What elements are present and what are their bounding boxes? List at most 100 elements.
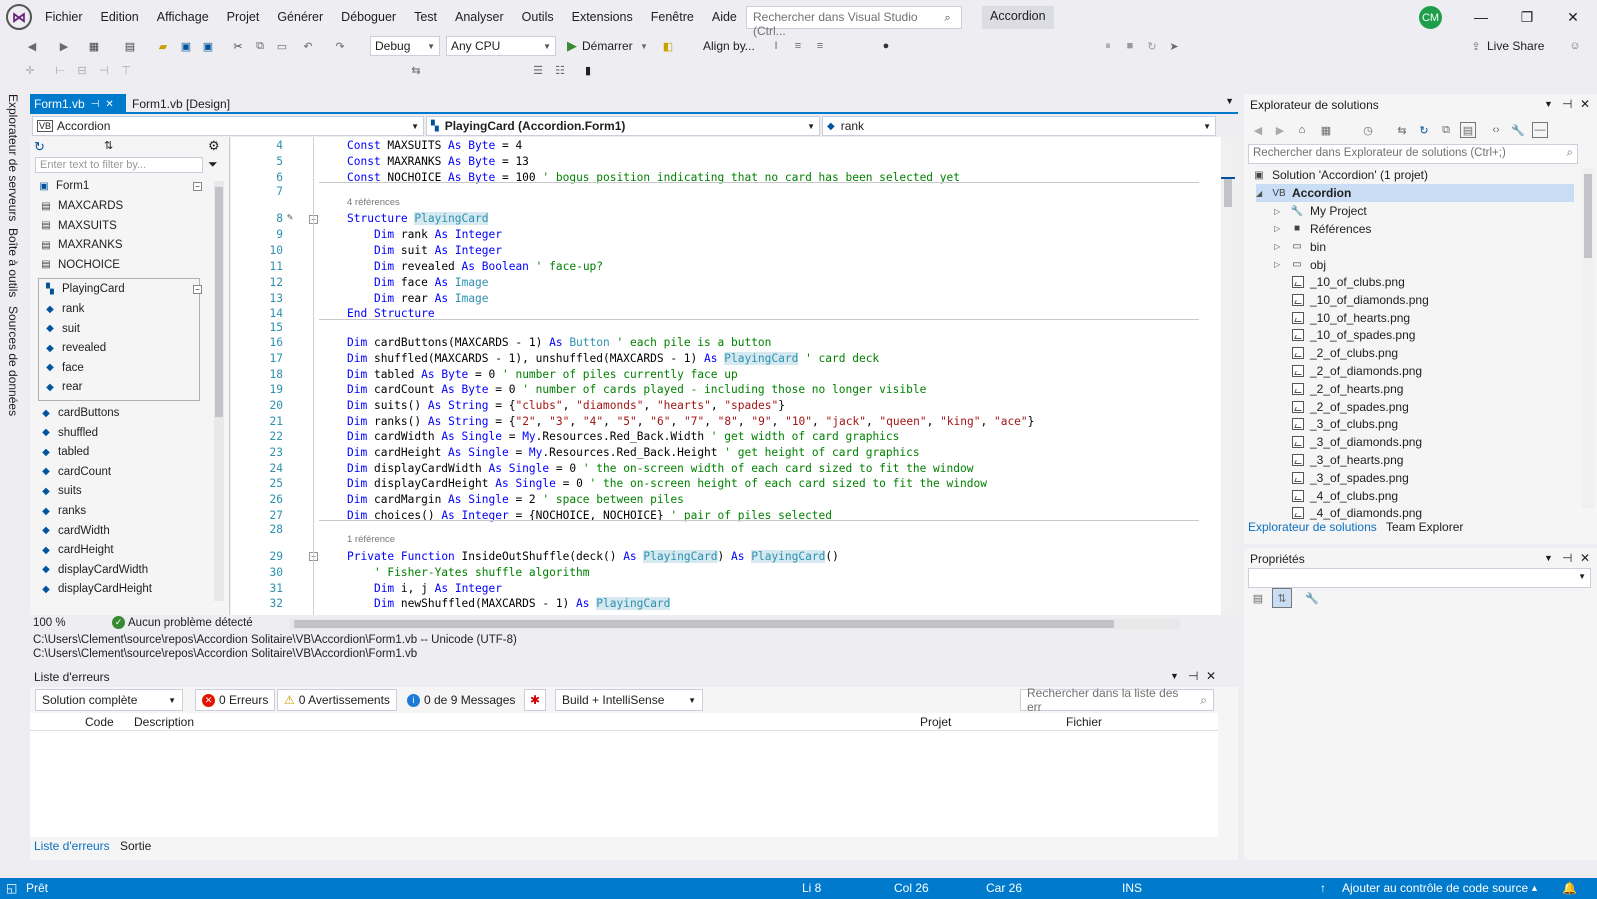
align-icon[interactable]: ≡ [790, 38, 806, 54]
live-share-button[interactable]: Live Share [1487, 39, 1544, 53]
redo-icon[interactable]: ↷ [332, 38, 348, 54]
preview-icon[interactable]: — [1532, 122, 1548, 138]
editor-vertical-scrollbar[interactable] [1221, 137, 1239, 615]
code-line[interactable]: Dim cardMargin As Single = 2 ' space bet… [347, 493, 684, 506]
feedback-icon[interactable]: ☺ [1567, 38, 1583, 54]
const-node[interactable]: ▤ MAXCARDS [40, 197, 123, 215]
expand-icon[interactable]: ▷ [1274, 207, 1284, 216]
settings-icon[interactable]: ⚙ [208, 138, 220, 154]
column-description[interactable]: Description [134, 715, 194, 729]
file-node[interactable]: _10_of_hearts.png [1292, 309, 1410, 327]
code-line[interactable]: Const MAXSUITS As Byte = 4 [347, 139, 522, 152]
tab-overflow-icon[interactable]: ▼ [1225, 96, 1234, 106]
tab-solution-explorer[interactable]: Explorateur de solutions [1248, 520, 1377, 534]
code-line[interactable]: Dim cardWidth As Single = My.Resources.R… [347, 430, 899, 443]
expand-icon[interactable]: ▷ [1274, 260, 1284, 269]
browser-link-icon[interactable]: ◧ [660, 38, 676, 54]
save-icon[interactable]: ▣ [178, 38, 194, 54]
code-line[interactable]: Dim revealed As Boolean ' face-up? [347, 260, 603, 273]
issues-status[interactable]: Aucun problème détecté [128, 617, 253, 629]
build-filter-icon[interactable]: ✱ [524, 689, 546, 711]
folder-node[interactable]: ▷ ■ Références [1274, 220, 1371, 238]
sort-icon[interactable]: ⇅ [104, 139, 113, 152]
member-combo[interactable]: ◆ rank ▼ [822, 116, 1216, 136]
text-cursor-icon[interactable]: I [768, 38, 784, 54]
menu-fenetre[interactable]: Fenêtre [642, 0, 703, 34]
code-line[interactable]: Dim suit As Integer [347, 244, 502, 257]
close-icon[interactable]: ✕ [1580, 97, 1590, 111]
code-line[interactable]: Dim cardHeight As Single = My.Resources.… [347, 446, 920, 459]
error-search-input[interactable]: Rechercher dans la liste des err ⌕ [1020, 686, 1214, 714]
align-grid-icon[interactable]: ✛ [22, 62, 38, 78]
code-line[interactable]: Dim tabled As Byte = 0 ' number of piles… [347, 368, 738, 381]
tab-form1-design[interactable]: Form1.vb [Design] [128, 94, 268, 114]
open-icon[interactable]: ▰ [155, 38, 171, 54]
align-by-button[interactable]: Align by... [703, 39, 755, 53]
code-editor[interactable]: 4 5 6 7 8 9 10 11 12 13 14 15 16 17 18 19 20 21 22 23 24 25 26… [231, 137, 1239, 615]
errors-filter-button[interactable]: ✕ 0 Erreurs [195, 689, 276, 711]
scope-combo[interactable]: Solution complète ▼ [35, 689, 183, 711]
restore-button[interactable]: ❐ [1504, 0, 1550, 34]
home-icon[interactable]: ⌂ [1294, 122, 1310, 138]
tab-team-explorer[interactable]: Team Explorer [1386, 520, 1463, 534]
struct-member-node[interactable]: ◆ rear [44, 378, 82, 396]
struct-member-node[interactable]: ◆ rank [44, 300, 84, 318]
code-line[interactable]: Dim rear As Image [347, 292, 489, 305]
collapse-icon[interactable]: − [193, 182, 202, 191]
file-node[interactable]: _2_of_clubs.png [1292, 344, 1398, 362]
menu-affichage[interactable]: Affichage [148, 0, 218, 34]
pointer-icon[interactable]: ➤ [1166, 38, 1182, 54]
view-code-icon[interactable]: ‹› [1488, 122, 1504, 138]
pending-changes-icon[interactable]: ◷ [1360, 122, 1376, 138]
tab-order-icon[interactable]: ⇆ [408, 62, 424, 78]
se-scrollbar[interactable] [1582, 168, 1594, 508]
chevron-up-icon[interactable]: ▲ [1530, 883, 1539, 893]
solution-node[interactable]: ▣ Solution 'Accordion' (1 projet) [1252, 166, 1428, 184]
align-top-icon[interactable]: ⊤ [118, 62, 134, 78]
refresh-icon[interactable]: ↻ [1416, 122, 1432, 138]
warnings-filter-button[interactable]: ⚠ 0 Avertissements [277, 689, 397, 711]
field-node[interactable]: ◆ cardHeight [40, 541, 113, 559]
file-node[interactable]: _10_of_diamonds.png [1292, 291, 1429, 309]
align-center-icon[interactable]: ⊟ [74, 62, 90, 78]
start-button[interactable]: Démarrer [582, 39, 633, 53]
file-node[interactable]: _3_of_clubs.png [1292, 415, 1398, 433]
comment-icon[interactable]: ☷ [552, 62, 568, 78]
menu-extensions[interactable]: Extensions [563, 0, 642, 34]
column-file[interactable]: Fichier [1066, 715, 1102, 729]
chevron-down-icon[interactable]: ▼ [636, 38, 652, 54]
folder-node[interactable]: ▷ ▭ bin [1274, 238, 1326, 256]
vs-search-input[interactable]: Rechercher dans Visual Studio (Ctrl... ⌕ [746, 6, 962, 38]
folder-node[interactable]: ▷ ▭ obj [1274, 256, 1326, 274]
pin-icon[interactable]: ⊣ [1562, 551, 1572, 565]
switch-views-icon[interactable]: ▦ [1318, 122, 1334, 138]
column-code[interactable]: Code [85, 715, 114, 729]
format-icon[interactable]: ☰ [530, 62, 546, 78]
stop-icon[interactable]: ■ [1122, 38, 1138, 54]
sync-icon[interactable]: ⇆ [1394, 122, 1410, 138]
expanded-icon[interactable]: ◢ [1256, 189, 1266, 198]
categorized-icon[interactable]: ▤ [1250, 590, 1266, 606]
file-node[interactable]: _2_of_diamonds.png [1292, 362, 1422, 380]
live-share-icon[interactable]: ⇪ [1468, 38, 1484, 54]
collapse-all-icon[interactable]: ⧉ [1438, 122, 1454, 138]
collapse-icon[interactable]: − [193, 285, 202, 294]
minimize-button[interactable]: — [1458, 0, 1504, 34]
file-node[interactable]: _2_of_hearts.png [1292, 380, 1403, 398]
code-line[interactable]: Dim cardCount As Byte = 0 ' number of ca… [347, 383, 926, 396]
save-all-icon[interactable]: ▣ [200, 38, 216, 54]
align-right-icon[interactable]: ⊣ [96, 62, 112, 78]
forward-icon[interactable]: ▶ [1272, 122, 1288, 138]
field-node[interactable]: ◆ tabled [40, 443, 89, 461]
filter-icon[interactable]: ⏷ [208, 157, 218, 172]
menu-analyser[interactable]: Analyser [446, 0, 513, 34]
file-node[interactable]: _2_of_spades.png [1292, 398, 1409, 416]
quick-action-icon[interactable]: ✎ [287, 212, 293, 223]
copy-icon[interactable]: ⧉ [252, 38, 268, 54]
code-line[interactable]: ' Fisher-Yates shuffle algorithm [347, 566, 590, 579]
project-combo[interactable]: VB Accordion ▼ [32, 116, 424, 136]
pause-icon[interactable]: ⏸ [1100, 38, 1116, 54]
file-node[interactable]: _10_of_spades.png [1292, 326, 1415, 344]
new-project-icon[interactable]: ▦ [86, 38, 102, 54]
code-line[interactable]: Private Function InsideOutShuffle(deck()… [347, 550, 839, 563]
